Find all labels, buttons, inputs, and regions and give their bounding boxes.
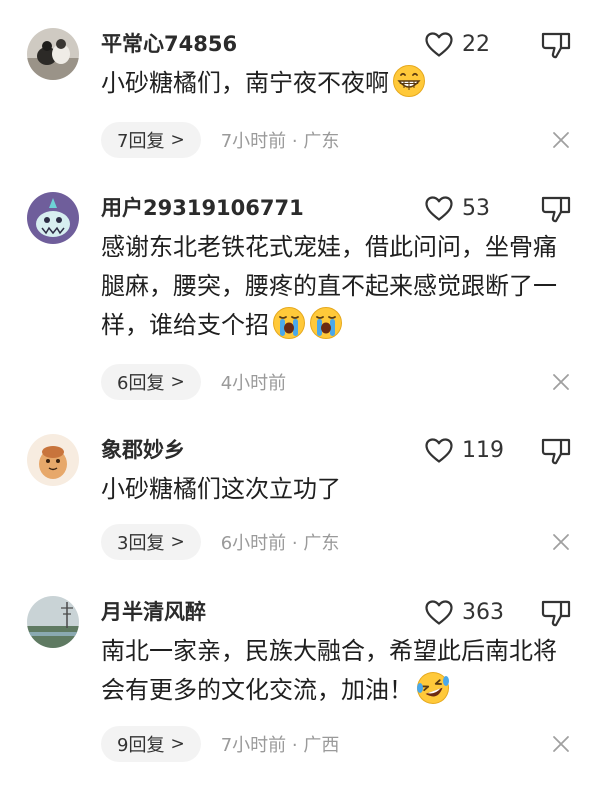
like-button[interactable]: 22 xyxy=(424,28,490,60)
comment-list: 平常心74856 22 小砂糖橘们，南宁夜不夜啊 7回复 > 7小时前 · 广东 xyxy=(0,0,600,786)
comment-content: 南北一家亲，民族大融合，希望此后南北将会有更多的文化交流，加油！ xyxy=(101,632,571,710)
reply-count: 9回复 xyxy=(117,735,165,756)
avatar[interactable] xyxy=(27,596,79,648)
avatar[interactable] xyxy=(27,434,79,486)
reply-count: 6回复 xyxy=(117,373,165,394)
replies-button[interactable]: 9回复 > xyxy=(101,726,201,762)
comment-text: 小砂糖橘们，南宁夜不夜啊 xyxy=(101,69,389,97)
dislike-button[interactable] xyxy=(540,598,572,628)
loudly-crying-face-emoji xyxy=(272,306,306,340)
comment-time-location: 6小时前 · 广东 xyxy=(220,533,340,554)
comment-meta: 3回复 > 6小时前 · 广东 xyxy=(101,524,339,560)
comment-content: 小砂糖橘们，南宁夜不夜啊 xyxy=(101,64,571,103)
comment-meta: 9回复 > 7小时前 · 广西 xyxy=(101,726,339,762)
comment-meta: 7回复 > 7小时前 · 广东 xyxy=(101,122,339,158)
grinning-face-emoji xyxy=(392,64,426,98)
thumbs-down-icon xyxy=(540,436,572,466)
thumbs-down-icon xyxy=(540,598,572,628)
dislike-button[interactable] xyxy=(540,194,572,224)
close-icon[interactable] xyxy=(552,735,572,755)
close-icon[interactable] xyxy=(552,373,572,393)
comment-meta: 6回复 > 4小时前 xyxy=(101,364,286,400)
comment-username[interactable]: 月半清风醉 xyxy=(101,596,206,628)
comment-item: 象郡妙乡 119 小砂糖橘们这次立功了 3回复 > 6小时前 · 广东 xyxy=(0,434,600,564)
thumbs-down-icon xyxy=(540,194,572,224)
close-icon[interactable] xyxy=(552,131,572,151)
chevron-right-icon: > xyxy=(170,734,185,754)
comment-text: 南北一家亲，民族大融合，希望此后南北将会有更多的文化交流，加油！ xyxy=(101,637,557,704)
comment-username[interactable]: 用户29319106771 xyxy=(101,192,304,224)
replies-button[interactable]: 3回复 > xyxy=(101,524,201,560)
comment-item: 平常心74856 22 小砂糖橘们，南宁夜不夜啊 7回复 > 7小时前 · 广东 xyxy=(0,28,600,160)
chevron-right-icon: > xyxy=(170,130,185,150)
chevron-right-icon: > xyxy=(170,532,185,552)
comment-time-location: 7小时前 · 广东 xyxy=(220,131,340,152)
avatar[interactable] xyxy=(27,192,79,244)
like-count: 53 xyxy=(462,195,490,221)
like-button[interactable]: 53 xyxy=(424,192,490,224)
reply-count: 3回复 xyxy=(117,533,165,554)
laughing-crying-face-emoji xyxy=(416,671,450,705)
thumbs-down-icon xyxy=(540,30,572,60)
comment-text: 小砂糖橘们这次立功了 xyxy=(101,475,341,503)
like-button[interactable]: 119 xyxy=(424,434,504,466)
loudly-crying-face-emoji xyxy=(309,306,343,340)
dislike-button[interactable] xyxy=(540,436,572,466)
comment-item: 用户29319106771 53 感谢东北老铁花式宠娃，借此问问，坐骨痛腿麻，腰… xyxy=(0,192,600,402)
comment-time-location: 7小时前 · 广西 xyxy=(220,735,340,756)
avatar[interactable] xyxy=(27,28,79,80)
chevron-right-icon: > xyxy=(170,372,185,392)
heart-outline-icon xyxy=(424,195,454,222)
comment-username[interactable]: 平常心74856 xyxy=(101,28,237,60)
like-count: 119 xyxy=(462,437,504,463)
dislike-button[interactable] xyxy=(540,30,572,60)
like-count: 363 xyxy=(462,599,504,625)
reply-count: 7回复 xyxy=(117,131,165,152)
like-count: 22 xyxy=(462,31,490,57)
comment-content: 小砂糖橘们这次立功了 xyxy=(101,470,571,509)
heart-outline-icon xyxy=(424,31,454,58)
comment-content: 感谢东北老铁花式宠娃，借此问问，坐骨痛腿麻，腰突，腰疼的直不起来感觉跟断了一样，… xyxy=(101,228,571,345)
replies-button[interactable]: 7回复 > xyxy=(101,122,201,158)
replies-button[interactable]: 6回复 > xyxy=(101,364,201,400)
heart-outline-icon xyxy=(424,437,454,464)
like-button[interactable]: 363 xyxy=(424,596,504,628)
comment-time-location: 4小时前 xyxy=(220,373,287,394)
comment-item: 月半清风醉 363 南北一家亲，民族大融合，希望此后南北将会有更多的文化交流，加… xyxy=(0,596,600,766)
close-icon[interactable] xyxy=(552,533,572,553)
heart-outline-icon xyxy=(424,599,454,626)
comment-username[interactable]: 象郡妙乡 xyxy=(101,434,185,466)
